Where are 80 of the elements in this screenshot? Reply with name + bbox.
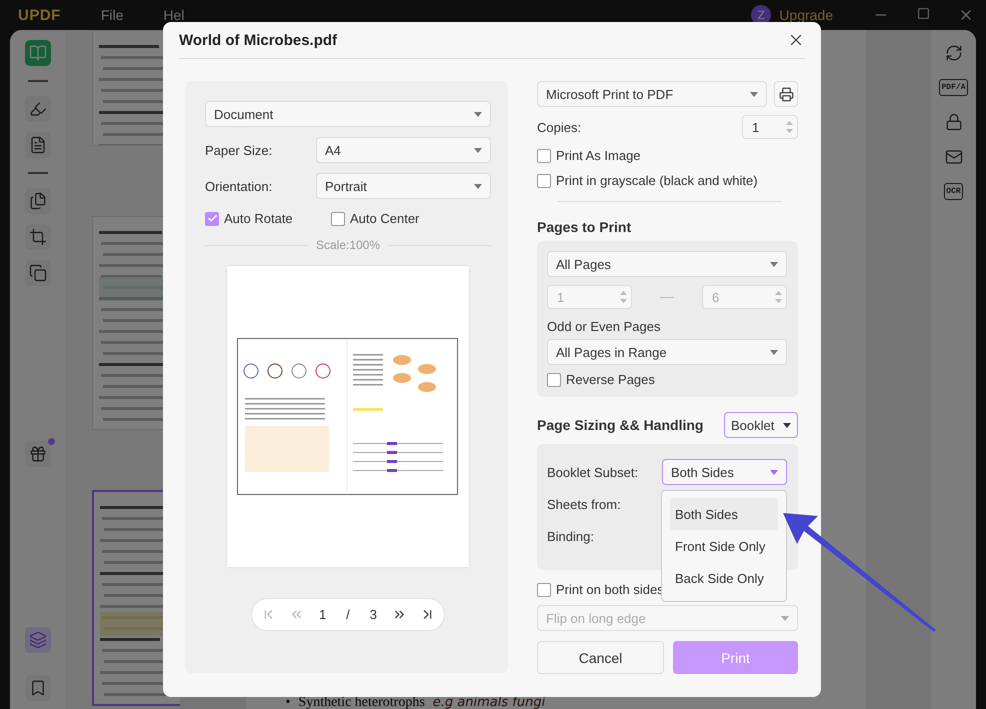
dropdown-select[interactable]: Portrait	[316, 173, 491, 199]
printer-icon	[778, 86, 794, 102]
field-label: Booklet Subset:	[547, 464, 638, 480]
dialog-title: World of Microbes.pdf	[179, 32, 338, 48]
page-separator: /	[345, 607, 351, 622]
stepper-icon	[620, 290, 627, 304]
caret-icon	[770, 470, 778, 474]
checkbox-label: Auto Center	[350, 211, 420, 226]
caret-icon	[474, 148, 482, 152]
sizing-mode-select[interactable]: Booklet	[724, 412, 798, 438]
files-icon	[28, 192, 46, 210]
stepper-icon	[786, 120, 793, 134]
checkbox-label: Print in grayscale (black and white)	[556, 173, 758, 188]
checkbox-label: Reverse Pages	[566, 372, 655, 387]
scale-label: Scale:100%	[316, 238, 380, 252]
caret-icon	[770, 350, 778, 354]
tool-button[interactable]	[24, 188, 50, 214]
checkbox[interactable]	[331, 212, 345, 226]
tool-button[interactable]: PDF/A	[939, 79, 968, 96]
booklet-subset-select[interactable]: Both Sides	[662, 459, 787, 485]
maximize-icon[interactable]	[917, 7, 930, 20]
preset-select[interactable]: Document	[205, 101, 491, 127]
refresh-icon	[944, 44, 962, 62]
tool-button[interactable]	[24, 675, 50, 701]
tool-button[interactable]	[24, 132, 50, 158]
app-logo: UPDF	[18, 6, 61, 24]
cancel-button[interactable]: Cancel	[537, 641, 664, 674]
caret-icon	[474, 184, 482, 188]
copies-field[interactable]: 1	[742, 115, 798, 139]
printer-select[interactable]: Microsoft Print to PDF	[537, 81, 767, 107]
crop-icon	[28, 228, 46, 246]
field-label: Odd or Even Pages	[547, 319, 662, 334]
caret-icon	[770, 262, 778, 266]
menu-item[interactable]: File	[100, 7, 124, 23]
field-label: Orientation:	[205, 178, 274, 194]
current-page[interactable]: 1	[314, 607, 330, 622]
section-heading: Page Sizing && Handling	[537, 417, 704, 433]
field-label: Sheets from:	[547, 496, 621, 512]
tool-button[interactable]	[24, 96, 50, 122]
highlighter-icon	[28, 100, 46, 118]
menu-option[interactable]: Front Side Only	[670, 530, 778, 562]
checkbox-label: Auto Rotate	[224, 211, 293, 226]
stepper-icon	[775, 290, 782, 304]
checkbox[interactable]	[547, 372, 561, 386]
printer-properties-button[interactable]	[774, 81, 798, 107]
lock-icon	[944, 113, 962, 131]
tool-button[interactable]: OCR	[944, 183, 963, 200]
tool-button[interactable]	[24, 627, 50, 653]
section-heading: Pages to Print	[537, 219, 632, 235]
checkbox[interactable]	[537, 582, 551, 596]
bullet-text: Synthetic heterotrophs	[298, 696, 425, 709]
dropdown-select[interactable]: A4	[316, 137, 491, 163]
gift-icon	[28, 445, 46, 463]
checkbox-label: Print As Image	[556, 148, 641, 163]
book-icon	[28, 44, 46, 62]
menu-item[interactable]: Hel	[163, 7, 184, 23]
check-icon	[206, 213, 218, 224]
layers-icon	[28, 631, 46, 649]
page-range-select[interactable]: All Pages	[547, 251, 787, 277]
document-icon	[28, 136, 46, 154]
tool-button[interactable]	[24, 260, 50, 286]
caret-icon	[750, 92, 758, 96]
handwritten-note: e.g animals fungi	[432, 696, 546, 709]
caret-icon	[474, 112, 482, 116]
menu-option[interactable]: Both Sides	[670, 498, 778, 530]
checkbox[interactable]	[537, 174, 551, 188]
total-pages: 3	[368, 607, 378, 622]
tool-button[interactable]	[24, 224, 50, 250]
field-label: Binding:	[547, 528, 594, 544]
caret-icon	[783, 422, 791, 428]
checkbox[interactable]	[537, 148, 551, 162]
copy-icon	[28, 264, 46, 282]
mail-icon	[944, 148, 962, 166]
menu-option[interactable]: Back Side Only	[670, 562, 778, 594]
odd-even-select[interactable]: All Pages in Range	[547, 339, 787, 365]
caret-icon	[781, 616, 789, 620]
field-label: Paper Size:	[205, 142, 274, 158]
field-label: Copies:	[537, 120, 582, 134]
bullet-mark: •	[286, 696, 290, 709]
checkbox[interactable]	[205, 212, 219, 226]
